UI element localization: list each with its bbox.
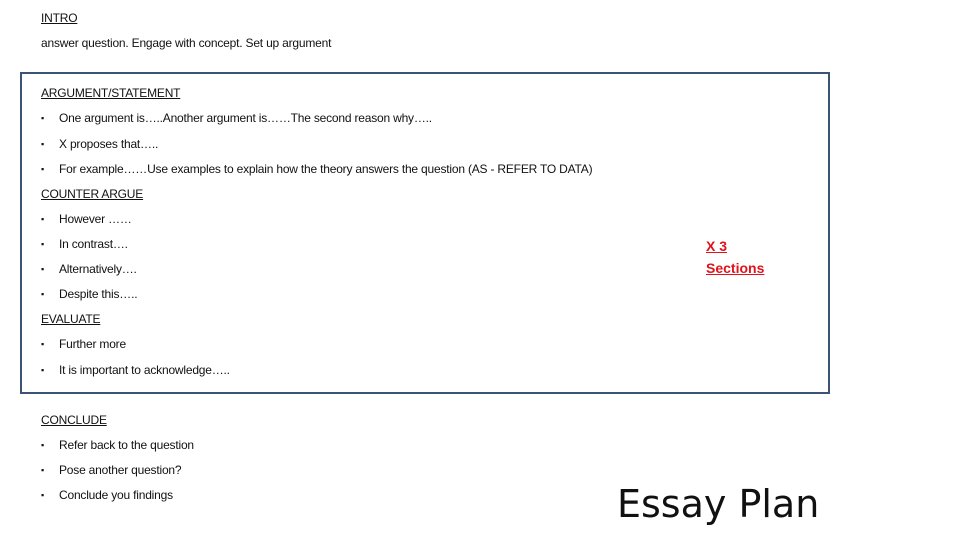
- evaluate-bullet: ▪ Further more: [41, 337, 126, 351]
- bullet-icon: ▪: [41, 339, 44, 349]
- intro-text: answer question. Engage with concept. Se…: [41, 36, 332, 50]
- bullet-icon: ▪: [41, 113, 44, 123]
- bullet-text: For example……Use examples to explain how…: [59, 162, 593, 176]
- bullet-icon: ▪: [41, 164, 44, 174]
- argument-bullet: ▪ For example……Use examples to explain ho…: [41, 162, 593, 176]
- conclude-bullet: ▪ Conclude you findings: [41, 488, 173, 502]
- conclude-bullet: ▪ Refer back to the question: [41, 438, 194, 452]
- bullet-text: Despite this…..: [59, 287, 138, 301]
- evaluate-bullet: ▪ It is important to acknowledge…..: [41, 363, 230, 377]
- conclude-heading: CONCLUDE: [41, 413, 107, 427]
- counter-heading: COUNTER ARGUE: [41, 187, 144, 201]
- sections-note-label: Sections: [706, 260, 765, 276]
- page-title: Essay Plan: [617, 482, 820, 526]
- bullet-text: Refer back to the question: [59, 438, 194, 452]
- sections-note-count: X 3: [706, 238, 728, 254]
- counter-bullet: ▪ In contrast….: [41, 237, 128, 251]
- bullet-text: However ……: [59, 212, 132, 226]
- intro-heading: INTRO: [41, 11, 78, 25]
- bullet-text: It is important to acknowledge…..: [59, 363, 230, 377]
- bullet-icon: ▪: [41, 440, 44, 450]
- bullet-text: Alternatively….: [59, 262, 137, 276]
- argument-bullet: ▪ One argument is…..Another argument is………: [41, 111, 432, 125]
- bullet-icon: ▪: [41, 264, 44, 274]
- bullet-text: Conclude you findings: [59, 488, 173, 502]
- argument-heading: ARGUMENT/STATEMENT: [41, 86, 181, 100]
- conclude-bullet: ▪ Pose another question?: [41, 463, 182, 477]
- bullet-text: Pose another question?: [59, 463, 182, 477]
- bullet-text: X proposes that…..: [59, 137, 159, 151]
- bullet-icon: ▪: [41, 490, 44, 500]
- bullet-icon: ▪: [41, 465, 44, 475]
- bullet-icon: ▪: [41, 239, 44, 249]
- bullet-icon: ▪: [41, 289, 44, 299]
- counter-bullet: ▪ However ……: [41, 212, 132, 226]
- counter-bullet: ▪ Despite this…..: [41, 287, 138, 301]
- bullet-icon: ▪: [41, 139, 44, 149]
- counter-bullet: ▪ Alternatively….: [41, 262, 137, 276]
- evaluate-heading: EVALUATE: [41, 312, 101, 326]
- bullet-icon: ▪: [41, 365, 44, 375]
- bullet-text: Further more: [59, 337, 126, 351]
- argument-bullet: ▪ X proposes that…..: [41, 137, 158, 151]
- bullet-icon: ▪: [41, 214, 44, 224]
- bullet-text: In contrast….: [59, 237, 128, 251]
- sections-note: X 3 Sections: [706, 235, 764, 279]
- bullet-text: One argument is…..Another argument is……T…: [59, 111, 432, 125]
